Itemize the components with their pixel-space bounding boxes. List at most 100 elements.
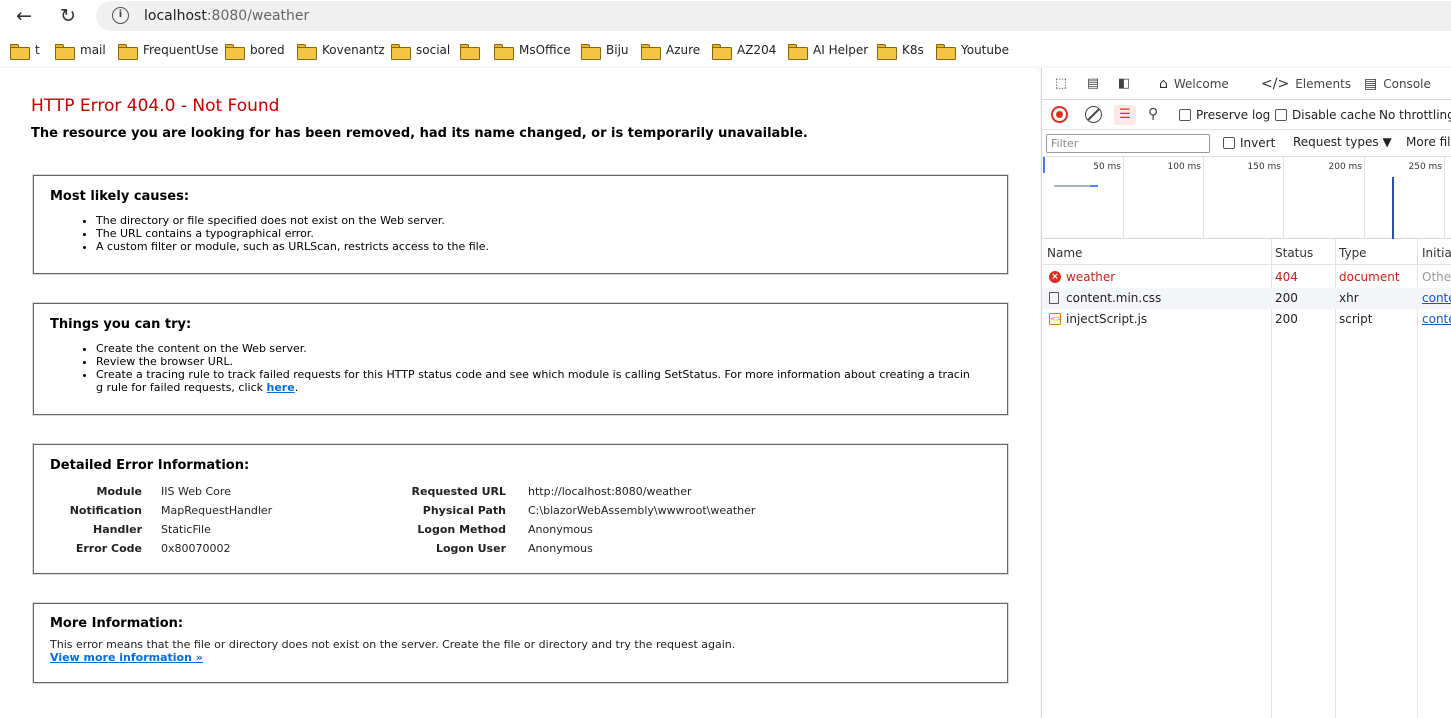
bookmark-label: AZ204 (737, 43, 777, 57)
bookmark-folder[interactable]: FrequentUse (118, 40, 218, 60)
list-item: A custom filter or module, such as URLSc… (96, 240, 996, 253)
devtools-panel: ⬚ ▤ ◧ ⌂ Welcome </> Elements ▤ Console ☰ ⚲ … (1041, 68, 1451, 718)
bookmark-folder[interactable]: Azure (641, 40, 700, 60)
tab-console[interactable]: ▤ Console (1364, 76, 1431, 92)
detail-value: C:\blazorWebAssembly\wwwroot\weather (528, 504, 756, 517)
folder-icon (877, 43, 897, 60)
request-name: injectScript.js (1066, 312, 1148, 326)
folder-icon (297, 43, 317, 60)
clear-icon[interactable] (1085, 106, 1102, 123)
list-item-text: g rule for failed requests, click (96, 381, 264, 394)
here-link[interactable]: here (267, 381, 295, 394)
bookmark-label: t (35, 43, 40, 57)
bookmark-label: bored (250, 43, 285, 57)
filter-bar: Filter Invert Request types ▼ More filt (1042, 130, 1451, 157)
timeline-tick-line (1123, 157, 1124, 239)
address-url[interactable]: localhost:8080/weather (144, 8, 309, 24)
bookmark-folder[interactable]: Youtube (936, 40, 1009, 60)
bookmark-folder[interactable]: bored (225, 40, 285, 60)
tab-label: Elements (1295, 77, 1352, 91)
disable-cache-checkbox[interactable] (1275, 109, 1287, 121)
folder-icon (10, 43, 30, 60)
list-item-text: Create a tracing rule to track failed re… (96, 368, 970, 381)
bookmark-folder[interactable]: social (391, 40, 450, 60)
bookmarks-bar: t mail FrequentUse bored Kovenantz socia… (0, 34, 1451, 66)
timeline-tick-label: 150 ms (1247, 162, 1282, 172)
request-row[interactable]: content.min.css 200 xhr conte (1042, 288, 1451, 309)
timeline-start-marker (1043, 157, 1045, 173)
folder-icon (581, 43, 601, 60)
script-icon: <> (1049, 313, 1062, 325)
devtools-tabbar: ⬚ ▤ ◧ ⌂ Welcome </> Elements ▤ Console (1042, 68, 1451, 100)
tab-welcome[interactable]: ⌂ Welcome (1159, 76, 1229, 92)
folder-icon (391, 43, 411, 60)
folder-icon (788, 43, 808, 60)
reload-icon[interactable]: ↻ (54, 3, 82, 29)
column-header-name[interactable]: Name (1047, 246, 1082, 260)
column-header-status[interactable]: Status (1275, 246, 1313, 260)
bookmark-folder[interactable] (460, 40, 485, 60)
dock-sidebar-icon[interactable]: ◧ (1115, 76, 1133, 92)
bookmark-folder[interactable]: MsOffice (494, 40, 571, 60)
request-initiator-link[interactable]: conte (1422, 312, 1451, 326)
section-heading: Things you can try: (50, 317, 192, 332)
preserve-log-checkbox[interactable] (1179, 109, 1191, 121)
folder-icon (55, 43, 75, 60)
request-row[interactable]: <> injectScript.js 200 script conte (1042, 309, 1451, 330)
bookmark-label: Kovenantz (322, 43, 385, 57)
site-info-icon[interactable]: i (112, 7, 129, 24)
bookmark-folder[interactable]: AZ204 (712, 40, 776, 60)
column-header-initiator[interactable]: Initiat (1422, 246, 1451, 260)
request-name: weather (1066, 270, 1116, 284)
browser-toolbar: ← ↻ i localhost:8080/weather (0, 0, 1451, 34)
timeline-tick-line (1364, 157, 1365, 239)
bookmark-folder[interactable]: K8s (877, 40, 924, 60)
inspect-element-icon[interactable]: ⬚ (1052, 76, 1070, 92)
bookmark-label: social (416, 43, 451, 57)
search-icon[interactable]: ⚲ (1148, 106, 1158, 122)
filter-funnel-icon[interactable]: ☰ (1114, 105, 1136, 125)
request-initiator-link[interactable]: conte (1422, 291, 1451, 305)
bookmark-folder[interactable]: t (10, 40, 40, 60)
more-info-section: More Information: This error means that … (33, 603, 1008, 683)
detail-value: 0x80070002 (161, 542, 231, 555)
request-row[interactable]: × weather 404 document Other (1042, 267, 1451, 288)
bookmark-folder[interactable]: Kovenantz (297, 40, 385, 60)
timeline-tick-line (1444, 157, 1445, 239)
bookmark-label: mail (80, 43, 106, 57)
throttling-select[interactable]: No throttling (1379, 108, 1451, 122)
timeline-tick-label: 100 ms (1167, 162, 1202, 172)
request-initiator: Other (1422, 270, 1451, 284)
column-header-type[interactable]: Type (1339, 246, 1367, 260)
request-status: 200 (1275, 312, 1298, 326)
page-content: HTTP Error 404.0 - Not Found The resourc… (0, 68, 1040, 718)
url-host: localhost (144, 8, 207, 24)
request-table-header: Name Status Type Initiat (1042, 239, 1451, 265)
list-item: Review the browser URL. (96, 355, 996, 368)
folder-icon (712, 43, 732, 60)
request-types-dropdown[interactable]: Request types ▼ (1293, 135, 1392, 149)
link-suffix: . (294, 381, 299, 394)
details-section: Detailed Error Information: Module IIS W… (33, 444, 1008, 574)
detail-label: Error Code (75, 542, 142, 555)
back-arrow-icon[interactable]: ← (10, 3, 38, 29)
device-emulation-icon[interactable]: ▤ (1084, 76, 1102, 92)
tab-elements[interactable]: </> Elements (1261, 76, 1351, 92)
bookmark-folder[interactable]: mail (55, 40, 106, 60)
record-icon[interactable] (1051, 106, 1068, 123)
timeline-tick-label: 250 ms (1408, 162, 1443, 172)
request-bar (1054, 185, 1092, 187)
invert-checkbox[interactable] (1223, 137, 1235, 149)
view-more-link[interactable]: View more information » (50, 651, 203, 664)
folder-icon (460, 43, 480, 60)
detail-label: Notification (69, 504, 142, 517)
address-bar[interactable]: i localhost:8080/weather (96, 1, 1451, 31)
bookmark-folder[interactable]: Biju (581, 40, 629, 60)
filter-input[interactable]: Filter (1046, 134, 1210, 153)
more-filters-dropdown[interactable]: More filt (1406, 135, 1451, 149)
section-heading: Most likely causes: (50, 189, 190, 204)
detail-value: http://localhost:8080/weather (528, 485, 692, 498)
folder-icon (225, 43, 245, 60)
bookmark-folder[interactable]: AI Helper (788, 40, 868, 60)
file-icon (1049, 292, 1059, 304)
